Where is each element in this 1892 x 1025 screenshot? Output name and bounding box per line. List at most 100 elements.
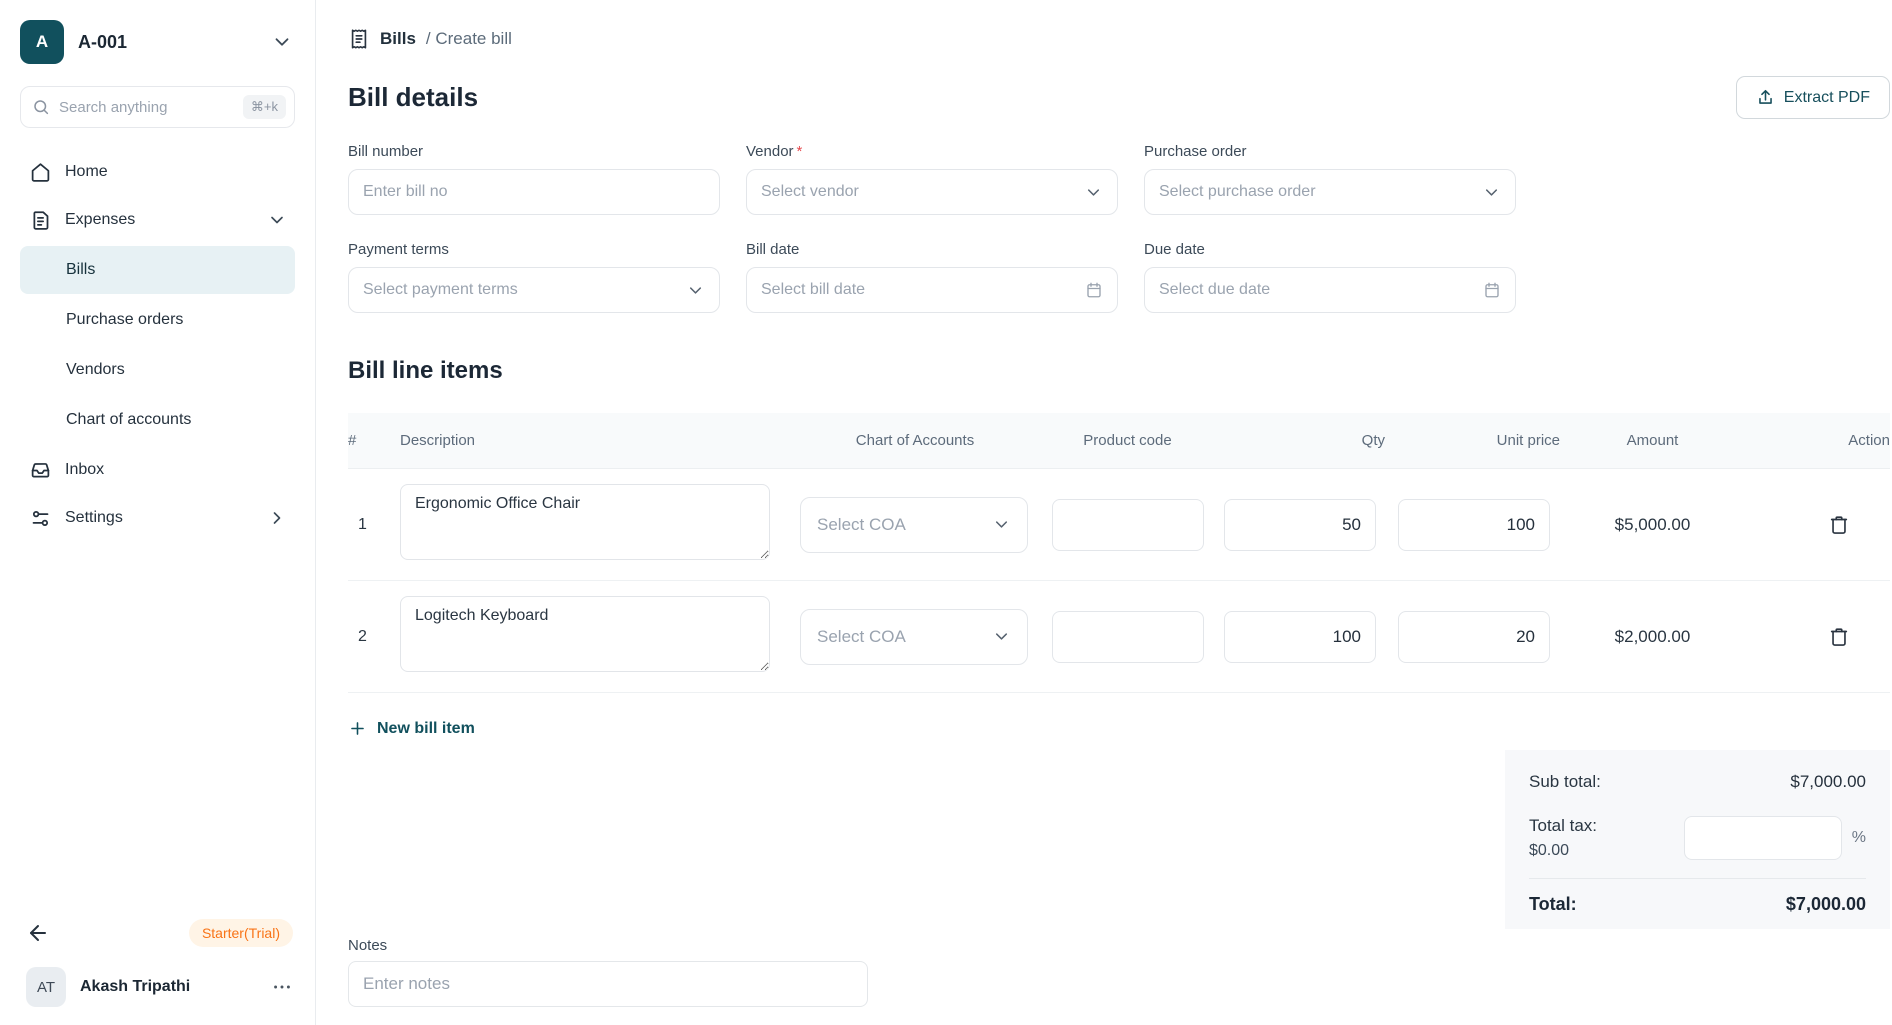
breadcrumb-bills[interactable]: Bills	[380, 29, 416, 49]
chevron-down-icon	[992, 627, 1011, 646]
chevron-down-icon	[267, 210, 287, 230]
search-placeholder: Search anything	[59, 99, 234, 116]
purchase-order-select[interactable]: Select purchase order	[1144, 169, 1516, 215]
bill-date-picker[interactable]: Select bill date	[746, 267, 1118, 313]
line-items-header: # Description Chart of Accounts Product …	[348, 413, 1890, 469]
line-items-title: Bill line items	[348, 357, 1890, 385]
ellipsis-icon[interactable]	[271, 976, 293, 998]
plus-icon	[348, 719, 367, 738]
required-asterisk: *	[797, 143, 803, 160]
chevron-down-icon	[992, 515, 1011, 534]
chevron-down-icon	[1482, 183, 1501, 202]
delete-row-button[interactable]	[1824, 510, 1854, 540]
field-vendor: Vendor* Select vendor	[746, 143, 1118, 215]
trash-icon	[1828, 626, 1850, 648]
bill-number-input[interactable]	[363, 183, 705, 201]
settings-icon	[30, 508, 51, 529]
search-shortcut-badge: ⌘+k	[243, 95, 286, 119]
coa-select[interactable]: Select COA	[800, 609, 1028, 665]
new-bill-item-button[interactable]: New bill item	[348, 719, 475, 738]
bill-number-input[interactable]	[348, 169, 720, 215]
sidebar-item-label: Settings	[65, 509, 123, 527]
delete-row-button[interactable]	[1824, 622, 1854, 652]
extract-pdf-button[interactable]: Extract PDF	[1736, 76, 1890, 119]
field-payment-terms: Payment terms Select payment terms	[348, 241, 720, 313]
workspace-name: A-001	[78, 32, 127, 53]
breadcrumb: Bills / Create bill	[348, 28, 1890, 50]
avatar: AT	[26, 967, 66, 1007]
home-icon	[30, 162, 51, 183]
coa-select[interactable]: Select COA	[800, 497, 1028, 553]
collapse-sidebar-button[interactable]	[26, 921, 50, 945]
percent-sign: %	[1852, 829, 1866, 847]
sidebar-item-home[interactable]: Home	[20, 148, 295, 196]
table-row: 1 Ergonomic Office Chair Select COA $5,0…	[348, 469, 1890, 581]
main-content: Bills / Create bill Bill details Extract…	[316, 28, 1892, 1007]
sidebar-item-expenses[interactable]: Expenses	[20, 196, 295, 244]
trash-icon	[1828, 514, 1850, 536]
calendar-icon	[1085, 281, 1103, 299]
sidebar-nav: Home Expenses Bills Purchase orders Vend…	[0, 134, 315, 542]
search-icon	[32, 98, 50, 116]
subtotal-value: $7,000.00	[1790, 772, 1866, 792]
bill-details-form: Bill number Vendor* Select vendor Purcha…	[348, 143, 1890, 313]
notes-label: Notes	[348, 937, 1890, 954]
sidebar-item-label: Expenses	[65, 211, 135, 229]
product-code-input[interactable]	[1052, 499, 1204, 551]
field-bill-number: Bill number	[348, 143, 720, 215]
plan-badge[interactable]: Starter(Trial)	[189, 919, 293, 947]
sidebar-item-settings[interactable]: Settings	[20, 494, 295, 542]
table-row: 2 Logitech Keyboard Select COA $2,000.00	[348, 581, 1890, 693]
page-title: Bill details	[348, 82, 478, 113]
qty-input[interactable]	[1224, 611, 1376, 663]
receipt-icon	[348, 28, 370, 50]
unit-price-input[interactable]	[1398, 499, 1550, 551]
totals-summary: Sub total: $7,000.00 Total tax: $0.00 % …	[1505, 750, 1890, 929]
calendar-icon	[1483, 281, 1501, 299]
expenses-icon	[30, 210, 51, 231]
qty-input[interactable]	[1224, 499, 1376, 551]
amount-value: $5,000.00	[1560, 515, 1745, 535]
workspace-switcher[interactable]: A A-001	[0, 0, 315, 78]
sidebar-item-purchase-orders[interactable]: Purchase orders	[20, 296, 295, 344]
subtotal-label: Sub total:	[1529, 772, 1601, 792]
breadcrumb-current: / Create bill	[426, 29, 512, 49]
field-bill-date: Bill date Select bill date	[746, 241, 1118, 313]
user-name: Akash Tripathi	[80, 978, 190, 996]
description-textarea[interactable]: Logitech Keyboard	[400, 596, 770, 672]
sidebar-item-inbox[interactable]: Inbox	[20, 446, 295, 494]
row-index: 1	[348, 516, 400, 534]
unit-price-input[interactable]	[1398, 611, 1550, 663]
amount-value: $2,000.00	[1560, 627, 1745, 647]
sidebar-footer: Starter(Trial) AT Akash Tripathi	[0, 919, 315, 1025]
sidebar-item-bills[interactable]: Bills	[20, 246, 295, 294]
total-value: $7,000.00	[1786, 894, 1866, 915]
tax-value: $0.00	[1529, 842, 1597, 860]
chevron-down-icon[interactable]	[271, 31, 293, 53]
chevron-down-icon	[1084, 183, 1103, 202]
user-profile[interactable]: AT Akash Tripathi	[26, 967, 293, 1007]
workspace-avatar: A	[20, 20, 64, 64]
vendor-select[interactable]: Select vendor	[746, 169, 1118, 215]
search-input[interactable]: Search anything ⌘+k	[20, 86, 295, 128]
field-purchase-order: Purchase order Select purchase order	[1144, 143, 1516, 215]
tax-percent-input[interactable]	[1684, 816, 1842, 860]
inbox-icon	[30, 460, 51, 481]
sidebar-item-vendors[interactable]: Vendors	[20, 346, 295, 394]
chevron-right-icon	[267, 508, 287, 528]
field-due-date: Due date Select due date	[1144, 241, 1516, 313]
payment-terms-select[interactable]: Select payment terms	[348, 267, 720, 313]
product-code-input[interactable]	[1052, 611, 1204, 663]
sidebar-item-chart-of-accounts[interactable]: Chart of accounts	[20, 396, 295, 444]
row-index: 2	[348, 628, 400, 646]
sidebar-item-label: Inbox	[65, 461, 104, 479]
chevron-down-icon	[686, 281, 705, 300]
tax-label: Total tax:	[1529, 816, 1597, 836]
notes-input[interactable]	[348, 961, 868, 1007]
upload-icon	[1756, 88, 1775, 107]
due-date-picker[interactable]: Select due date	[1144, 267, 1516, 313]
description-textarea[interactable]: Ergonomic Office Chair	[400, 484, 770, 560]
sidebar-item-label: Home	[65, 163, 108, 181]
notes-section: Notes	[348, 937, 1890, 1007]
total-label: Total:	[1529, 894, 1577, 915]
